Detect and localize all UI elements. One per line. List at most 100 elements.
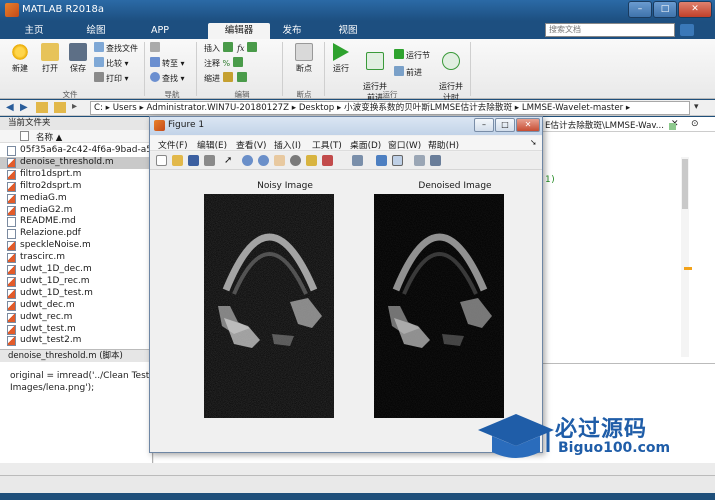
path-root-arrow-icon[interactable]: ▸	[72, 101, 77, 112]
menu-file[interactable]: 文件(F)	[158, 138, 188, 151]
open-button[interactable]: 打开	[36, 43, 64, 74]
panel-header: 当前文件夹	[0, 117, 152, 130]
goto-button[interactable]: 转至 ▾	[150, 57, 185, 70]
minimize-button[interactable]: –	[628, 1, 652, 18]
figure-minimize-button[interactable]: –	[474, 118, 494, 132]
find-files-button[interactable]: 查找文件	[94, 42, 138, 55]
find-button[interactable]: 查找 ▾	[150, 72, 185, 85]
warning-marker[interactable]	[684, 267, 692, 270]
file-row[interactable]: udwt_rec.m	[0, 312, 152, 324]
file-row-selected[interactable]: denoise_threshold.m	[0, 156, 152, 169]
fx-icon[interactable]: fx	[237, 44, 244, 53]
print-button[interactable]: 打印 ▾	[94, 72, 129, 85]
file-row[interactable]: udwt_1D_dec.m	[0, 264, 152, 276]
figure-close-button[interactable]: ✕	[516, 118, 540, 132]
brush-icon[interactable]	[322, 155, 333, 166]
path-dropdown-icon[interactable]: ▾	[694, 102, 699, 112]
editor-scroll-thumb[interactable]	[682, 159, 688, 209]
tab-plots[interactable]: 绘图	[72, 23, 120, 39]
compare-button[interactable]: 比较 ▾	[94, 57, 129, 70]
zoom-out-icon[interactable]	[258, 155, 269, 166]
undock-icon[interactable]: ⊙	[691, 119, 699, 129]
name-column-header[interactable]: 名称 ▲	[36, 131, 62, 143]
save-button[interactable]: 保存	[64, 43, 92, 74]
save-figure-icon[interactable]	[188, 155, 199, 166]
pan-icon[interactable]	[274, 155, 285, 166]
new-button[interactable]: 新建	[6, 43, 34, 74]
file-row[interactable]: udwt_test.m	[0, 324, 152, 336]
search-icon[interactable]	[680, 24, 694, 36]
m-file-icon	[7, 169, 16, 180]
pointer-icon[interactable]: ➚	[224, 155, 235, 166]
indent-button[interactable]: 缩进	[204, 72, 249, 85]
nav-group-label: 导航	[164, 90, 180, 99]
back-arrow-icon[interactable]: ◀	[6, 102, 14, 113]
file-row[interactable]: udwt_1D_test.m	[0, 288, 152, 300]
close-button[interactable]: ✕	[678, 1, 712, 18]
figure-window: Figure 1 – □ ✕ 文件(F) 编辑(E) 查看(V) 插入(I) 工…	[149, 116, 543, 453]
comment-button[interactable]: 注释 %	[204, 57, 245, 70]
hide-plot-tools-icon[interactable]	[414, 155, 425, 166]
data-cursor-icon[interactable]	[306, 155, 317, 166]
denoised-image[interactable]	[374, 194, 504, 418]
editor-tab-title[interactable]: E估计去除散斑\LMMSE-Wav...	[545, 119, 665, 131]
help-search-input[interactable]: 搜索文档	[545, 23, 675, 37]
menu-window[interactable]: 窗口(W)	[388, 138, 421, 151]
run-section-button[interactable]: 运行节	[394, 49, 430, 62]
file-row[interactable]: mediaG2.m	[0, 205, 152, 217]
run-section-icon	[394, 49, 404, 59]
open-file-icon[interactable]	[172, 155, 183, 166]
tab-publish[interactable]: 发布	[268, 23, 316, 39]
breakpoints-icon	[295, 43, 313, 61]
maximize-button[interactable]: □	[653, 1, 677, 18]
forward-arrow-icon[interactable]: ▶	[20, 102, 28, 113]
legend-icon[interactable]	[392, 155, 403, 166]
breakpoints-button[interactable]: 断点	[290, 43, 318, 74]
file-row[interactable]: mediaG.m	[0, 193, 152, 205]
new-figure-icon[interactable]	[156, 155, 167, 166]
up-folder-icon[interactable]	[36, 102, 48, 113]
rotate-icon[interactable]	[290, 155, 301, 166]
zoom-in-icon[interactable]	[242, 155, 253, 166]
run-and-time-button[interactable]: 运行并 计时	[436, 43, 466, 103]
browse-folder-icon[interactable]	[54, 102, 66, 113]
file-row[interactable]: udwt_dec.m	[0, 300, 152, 312]
print-figure-icon[interactable]	[204, 155, 215, 166]
tab-view[interactable]: 视图	[324, 23, 372, 39]
tab-editor[interactable]: 编辑器	[208, 23, 270, 39]
menu-tools[interactable]: 工具(T)	[312, 138, 342, 151]
nav-arrows[interactable]	[150, 42, 162, 55]
indent-icon	[222, 72, 233, 82]
menu-view[interactable]: 查看(V)	[236, 138, 266, 151]
compare-icon	[94, 57, 104, 67]
matlab-logo-icon	[5, 3, 19, 17]
file-row[interactable]: speckleNoise.m	[0, 240, 152, 252]
insert-button[interactable]: 插入 fx	[204, 42, 259, 55]
file-row[interactable]: Relazione.pdf	[0, 228, 152, 240]
print-icon	[94, 72, 104, 82]
current-folder-path[interactable]: C: ▸ Users ▸ Administrator.WIN7U-2018012…	[90, 101, 690, 115]
dock-arrow-icon[interactable]: ➘	[530, 138, 537, 147]
menu-help[interactable]: 帮助(H)	[428, 138, 459, 151]
tab-home[interactable]: 主页	[10, 23, 58, 39]
run-button[interactable]: 运行	[328, 43, 354, 74]
advance-button[interactable]: 前进	[394, 66, 422, 79]
file-row[interactable]: README.md	[0, 216, 152, 228]
show-plot-tools-icon[interactable]	[430, 155, 441, 166]
file-row[interactable]: udwt_test2.m	[0, 335, 152, 347]
menu-insert[interactable]: 插入(I)	[274, 138, 301, 151]
menu-edit[interactable]: 编辑(E)	[197, 138, 227, 151]
figure-maximize-button[interactable]: □	[495, 118, 515, 132]
colorbar-icon[interactable]	[376, 155, 387, 166]
edit-group-label: 编辑	[234, 90, 250, 99]
code-line[interactable]: 1)	[545, 175, 556, 185]
tab-apps[interactable]: APP	[136, 23, 184, 39]
file-row[interactable]: 05f35a6a-2c42-4f6a-9bad-a5	[0, 145, 152, 157]
file-row[interactable]: udwt_1D_rec.m	[0, 276, 152, 288]
menu-desktop[interactable]: 桌面(D)	[350, 138, 381, 151]
file-row[interactable]: filtro1dsprt.m	[0, 169, 152, 181]
file-row[interactable]: trascirc.m	[0, 252, 152, 264]
link-plot-icon[interactable]	[352, 155, 363, 166]
file-row[interactable]: filtro2dsprt.m	[0, 181, 152, 193]
noisy-image[interactable]	[204, 194, 334, 418]
